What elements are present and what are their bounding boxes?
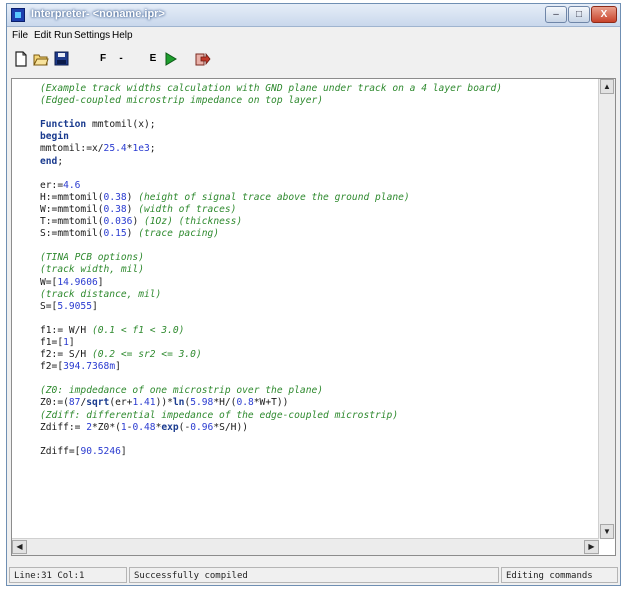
- menu-help[interactable]: Help: [112, 30, 133, 41]
- code-line[interactable]: (track width, mil): [40, 264, 600, 276]
- menu-edit[interactable]: Edit: [34, 30, 51, 41]
- vertical-scrollbar[interactable]: ▲ ▼: [598, 79, 615, 539]
- open-file-button[interactable]: [31, 49, 51, 69]
- code-line[interactable]: f2=[394.7368m]: [40, 361, 600, 373]
- horizontal-scrollbar[interactable]: ◀ ▶: [12, 538, 599, 555]
- app-icon: [11, 8, 25, 22]
- function-dropdown[interactable]: -: [111, 49, 131, 69]
- menu-run[interactable]: Run: [54, 30, 72, 41]
- function-button[interactable]: F: [93, 49, 113, 69]
- code-line[interactable]: Function mmtomil(x);: [40, 119, 600, 131]
- menu-settings[interactable]: Settings: [74, 30, 110, 41]
- title-bar[interactable]: Interpreter- <noname.ipr> – □ X: [7, 4, 620, 27]
- code-line[interactable]: [40, 373, 600, 385]
- code-text[interactable]: (Example track widths calculation with G…: [40, 83, 600, 458]
- code-line[interactable]: W=[14.9606]: [40, 277, 600, 289]
- code-line[interactable]: (Z0: impdedance of one microstrip over t…: [40, 385, 600, 397]
- close-button[interactable]: X: [591, 6, 617, 23]
- code-line[interactable]: T:=mmtomil(0.036) (1Oz) (thickness): [40, 216, 600, 228]
- code-line[interactable]: f1:= W/H (0.1 < f1 < 3.0): [40, 325, 600, 337]
- run-button[interactable]: [161, 49, 181, 69]
- code-line[interactable]: (Zdiff: differential impedance of the ed…: [40, 410, 600, 422]
- floppy-disk-icon: [54, 51, 68, 66]
- cursor-position: Line:31 Col:1: [9, 567, 127, 583]
- toolbar: F - E: [7, 47, 620, 71]
- code-line[interactable]: end;: [40, 156, 600, 168]
- code-line[interactable]: (track distance, mil): [40, 289, 600, 301]
- code-line[interactable]: [40, 313, 600, 325]
- scroll-right-arrow[interactable]: ▶: [584, 540, 599, 554]
- code-line[interactable]: Z0:=(87/sqrt(er+1.41))*ln(5.98*H/(0.8*W+…: [40, 397, 600, 409]
- minimize-button[interactable]: –: [545, 6, 567, 23]
- scroll-left-arrow[interactable]: ◀: [12, 540, 27, 554]
- scroll-down-arrow[interactable]: ▼: [600, 524, 614, 539]
- new-file-icon: [15, 51, 27, 67]
- code-line[interactable]: [40, 107, 600, 119]
- code-line[interactable]: begin: [40, 131, 600, 143]
- code-line[interactable]: (Edged-coupled microstrip impedance on t…: [40, 95, 600, 107]
- code-line[interactable]: [40, 168, 600, 180]
- code-line[interactable]: [40, 240, 600, 252]
- exit-icon: [195, 52, 211, 66]
- code-line[interactable]: [40, 434, 600, 446]
- status-bar: Line:31 Col:1 Successfully compiled Edit…: [7, 566, 620, 584]
- window-title: Interpreter- <noname.ipr>: [31, 8, 165, 20]
- menu-file[interactable]: File: [12, 30, 28, 41]
- exit-button[interactable]: [193, 49, 213, 69]
- code-line[interactable]: er:=4.6: [40, 180, 600, 192]
- code-line[interactable]: W:=mmtomil(0.38) (width of traces): [40, 204, 600, 216]
- menu-bar: File Edit Run Settings Help: [7, 27, 620, 45]
- code-line[interactable]: Zdiff=[90.5246]: [40, 446, 600, 458]
- play-icon: [165, 52, 177, 66]
- open-folder-icon: [33, 54, 49, 66]
- code-line[interactable]: (Example track widths calculation with G…: [40, 83, 600, 95]
- save-file-button[interactable]: [51, 49, 71, 69]
- interpreter-window: Interpreter- <noname.ipr> – □ X File Edi…: [6, 3, 621, 586]
- code-line[interactable]: S:=mmtomil(0.15) (trace pacing): [40, 228, 600, 240]
- code-line[interactable]: S=[5.9055]: [40, 301, 600, 313]
- editing-mode: Editing commands: [501, 567, 618, 583]
- code-line[interactable]: (TINA PCB options): [40, 252, 600, 264]
- code-line[interactable]: Zdiff:= 2*Z0*(1-0.48*exp(-0.96*S/H)): [40, 422, 600, 434]
- new-file-button[interactable]: [11, 49, 31, 69]
- scroll-up-arrow[interactable]: ▲: [600, 79, 614, 94]
- code-line[interactable]: mmtomil:=x/25.4*1e3;: [40, 143, 600, 155]
- maximize-button[interactable]: □: [568, 6, 590, 23]
- code-line[interactable]: H:=mmtomil(0.38) (height of signal trace…: [40, 192, 600, 204]
- code-editor[interactable]: (Example track widths calculation with G…: [11, 78, 616, 556]
- status-message: Successfully compiled: [129, 567, 499, 583]
- code-line[interactable]: f1=[1]: [40, 337, 600, 349]
- evaluate-button[interactable]: E: [143, 49, 163, 69]
- code-line[interactable]: f2:= S/H (0.2 <= sr2 <= 3.0): [40, 349, 600, 361]
